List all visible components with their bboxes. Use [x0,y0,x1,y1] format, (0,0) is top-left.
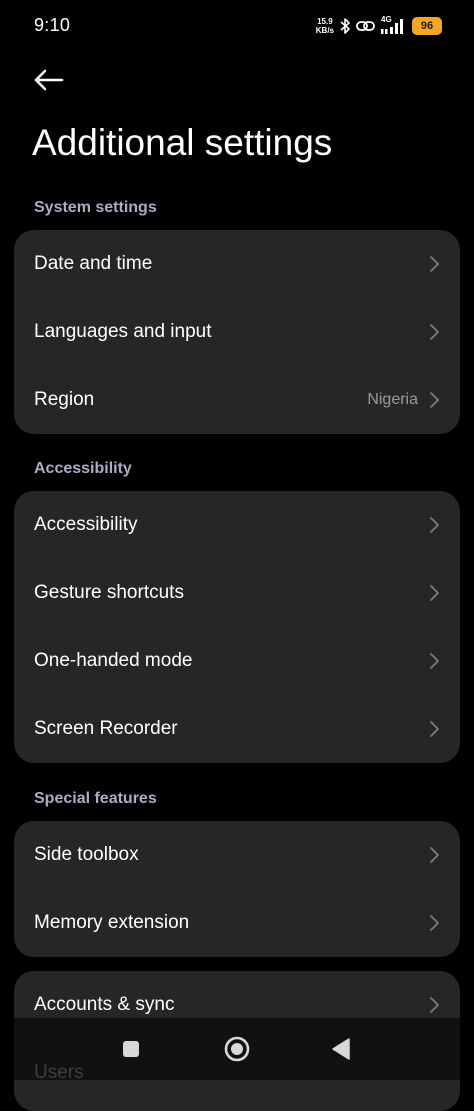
network-speed-unit: KB/s [315,26,334,35]
row-label: Region [34,389,95,410]
section-header-system-settings: System settings [34,199,157,216]
cellular-signal-icon: 4G [381,16,407,36]
section-header-accessibility: Accessibility [34,460,132,477]
card-accessibility: Accessibility Gesture shortcuts One-hand… [14,491,460,763]
row-memory-extension[interactable]: Memory extension [14,889,460,957]
row-side-toolbox[interactable]: Side toolbox [14,821,460,889]
arrow-left-icon [34,69,64,91]
status-icons: 15.9 KB/s 4G 96 [316,14,442,38]
chevron-right-icon [428,255,440,273]
row-label: Languages and input [34,321,212,342]
row-label: Side toolbox [34,844,139,865]
row-label: Gesture shortcuts [34,582,184,603]
battery-indicator: 96 [412,17,442,35]
row-label: One-handed mode [34,650,193,671]
row-label: Accessibility [34,514,138,535]
chevron-right-icon [428,584,440,602]
row-label: Memory extension [34,912,190,933]
recents-button[interactable] [116,1034,146,1064]
back-button[interactable] [30,64,66,96]
region-value: Nigeria [367,391,418,408]
row-label: Accounts & sync [34,994,175,1015]
nav-back-button[interactable] [326,1034,356,1064]
square-icon [123,1041,139,1057]
row-gesture-shortcuts[interactable]: Gesture shortcuts [14,559,460,627]
chevron-right-icon [428,652,440,670]
row-screen-recorder[interactable]: Screen Recorder [14,695,460,763]
chevron-right-icon [428,720,440,738]
row-one-handed-mode[interactable]: One-handed mode [14,627,460,695]
card-system-settings: Date and time Languages and input Region… [14,230,460,434]
home-button[interactable] [222,1034,252,1064]
chevron-right-icon [428,391,440,409]
network-speed-value: 15.9 [317,17,333,26]
page-title: Additional settings [32,122,333,163]
card-special-features: Side toolbox Memory extension [14,821,460,957]
status-time: 9:10 [34,15,71,35]
row-languages-and-input[interactable]: Languages and input [14,298,460,366]
chevron-right-icon [428,323,440,341]
triangle-back-icon [332,1038,350,1060]
navigation-bar [14,1018,460,1080]
row-accessibility[interactable]: Accessibility [14,491,460,559]
chevron-right-icon [428,846,440,864]
row-label: Screen Recorder [34,718,178,739]
row-date-and-time[interactable]: Date and time [14,230,460,298]
chevron-right-icon [428,996,440,1014]
status-bar: 9:10 15.9 KB/s 4G 96 [0,0,474,52]
row-label: Date and time [34,253,153,274]
row-region[interactable]: Region Nigeria [14,366,460,434]
network-speed: 15.9 KB/s [316,17,334,35]
chevron-right-icon [428,516,440,534]
link-icon [356,18,376,34]
section-header-special-features: Special features [34,790,157,807]
circle-icon [224,1036,250,1062]
bluetooth-icon [339,17,351,35]
chevron-right-icon [428,914,440,932]
